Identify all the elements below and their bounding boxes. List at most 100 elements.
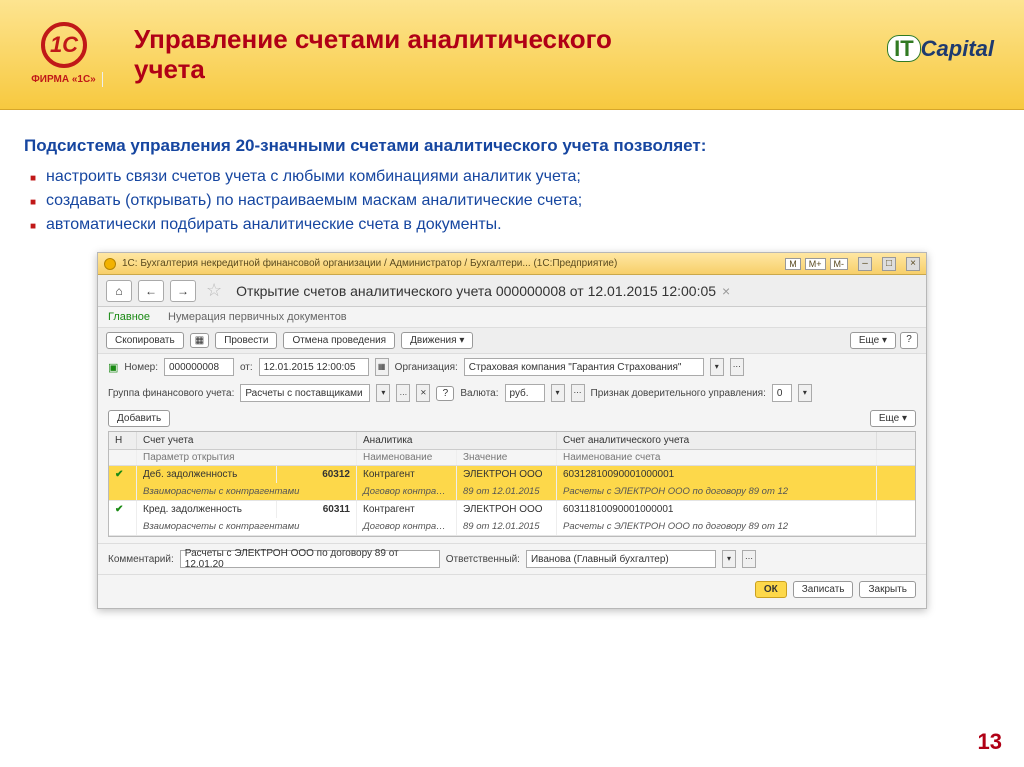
dropdown-icon[interactable]: ▾ bbox=[551, 384, 565, 402]
cell-type: Деб. задолженность bbox=[137, 466, 277, 483]
group-input[interactable]: Расчеты с поставщиками bbox=[240, 384, 370, 402]
cell-type: Кред. задолженность bbox=[137, 501, 277, 518]
mem-mplus[interactable]: M+ bbox=[805, 258, 826, 270]
form-row-bottom: Комментарий: Расчеты с ЭЛЕКТРОН ООО по д… bbox=[98, 543, 926, 574]
label-currency: Валюта: bbox=[460, 388, 498, 399]
table-row[interactable]: ✔ Кред. задолженность 60311 Контрагент Э… bbox=[109, 501, 915, 536]
bullet-item: автоматически подбирать аналитические сч… bbox=[30, 216, 1000, 234]
cell-code: 60312 bbox=[277, 466, 357, 483]
bullet-item: настроить связи счетов учета с любыми ко… bbox=[30, 168, 1000, 186]
form-row-1: ▣ Номер: 000000008 от: 12.01.2015 12:00:… bbox=[98, 354, 926, 380]
close-tab-icon[interactable]: × bbox=[722, 283, 730, 299]
currency-input[interactable]: руб. bbox=[505, 384, 545, 402]
more-button[interactable]: Еще ▾ bbox=[850, 332, 896, 349]
logo-1c: 1С ФИРМА «1С» bbox=[24, 15, 104, 95]
unpost-button[interactable]: Отмена проведения bbox=[283, 332, 395, 349]
save-button[interactable]: Записать bbox=[793, 581, 854, 598]
window-title: 1С: Бухгалтерия некредитной финансовой о… bbox=[122, 258, 617, 269]
dropdown-icon[interactable]: ▾ bbox=[798, 384, 812, 402]
bullet-item: создавать (открывать) по настраиваемым м… bbox=[30, 192, 1000, 210]
cell-accname: Расчеты с ЭЛЕКТРОН ООО по договору 89 от… bbox=[557, 483, 877, 500]
label-comment: Комментарий: bbox=[108, 554, 174, 565]
close-icon[interactable]: × bbox=[906, 257, 920, 271]
dropdown-icon[interactable]: ▾ bbox=[722, 550, 736, 568]
th-account[interactable]: Счет учета bbox=[137, 432, 357, 449]
accounts-table[interactable]: Н Счет учета Аналитика Счет аналитическо… bbox=[108, 431, 916, 537]
copy-button[interactable]: Скопировать bbox=[106, 332, 184, 349]
cell-code: 60311 bbox=[277, 501, 357, 518]
tab-bar: Главное Нумерация первичных документов bbox=[98, 307, 926, 327]
star-icon[interactable]: ☆ bbox=[206, 280, 222, 301]
action-toolbar: Скопировать ▦ Провести Отмена проведения… bbox=[98, 327, 926, 354]
cell-accname: Расчеты с ЭЛЕКТРОН ООО по договору 89 от… bbox=[557, 518, 877, 535]
cell-an-name: Контрагент bbox=[357, 466, 457, 483]
bullet-list: настроить связи счетов учета с любыми ко… bbox=[30, 168, 1000, 234]
responsible-input[interactable]: Иванова (Главный бухгалтер) bbox=[526, 550, 716, 568]
th-analytics[interactable]: Аналитика bbox=[357, 432, 557, 449]
dots-icon[interactable]: … bbox=[396, 384, 410, 402]
mem-mminus[interactable]: M- bbox=[830, 258, 849, 270]
comment-input[interactable]: Расчеты с ЭЛЕКТРОН ООО по договору 89 от… bbox=[180, 550, 440, 568]
cell-group: Взаиморасчеты с контрагентами bbox=[137, 518, 357, 535]
document-title: Открытие счетов аналитического учета 000… bbox=[236, 283, 730, 299]
tab-numbering[interactable]: Нумерация первичных документов bbox=[168, 311, 347, 323]
nav-toolbar: ⌂ ← → ☆ Открытие счетов аналитического у… bbox=[98, 275, 926, 307]
tab-main[interactable]: Главное bbox=[108, 311, 150, 323]
dialog-buttons: ОК Записать Закрыть bbox=[98, 574, 926, 608]
sub-accname: Наименование счета bbox=[557, 450, 877, 465]
dropdown-icon[interactable]: ▾ bbox=[376, 384, 390, 402]
slide-title: Управление счетами аналитического учета bbox=[134, 25, 674, 85]
add-button[interactable]: Добавить bbox=[108, 410, 170, 427]
trust-input[interactable]: 0 bbox=[772, 384, 792, 402]
open-icon[interactable]: ⨯ bbox=[416, 384, 430, 402]
table-toolbar: Добавить Еще ▾ bbox=[98, 406, 926, 431]
number-input[interactable]: 000000008 bbox=[164, 358, 234, 376]
open-icon[interactable]: ⋯ bbox=[571, 384, 585, 402]
cell-account: 60311810090001000001 bbox=[557, 501, 877, 518]
calendar-icon[interactable]: ▦ bbox=[375, 358, 389, 376]
movements-button[interactable]: Движения ▾ bbox=[401, 332, 473, 349]
cell-an-val: ЭЛЕКТРОН ООО bbox=[457, 501, 557, 518]
home-button[interactable]: ⌂ bbox=[106, 280, 132, 302]
th-analytic-account[interactable]: Счет аналитического учета bbox=[557, 432, 877, 449]
cell-an-name: Контрагент bbox=[357, 501, 457, 518]
cell-an-val: ЭЛЕКТРОН ООО bbox=[457, 466, 557, 483]
mem-m[interactable]: M bbox=[785, 258, 801, 270]
slide-header: 1С ФИРМА «1С» Управление счетами аналити… bbox=[0, 0, 1024, 110]
cell-group: Взаиморасчеты с контрагентами bbox=[137, 483, 357, 500]
forward-button[interactable]: → bbox=[170, 280, 196, 302]
org-input[interactable]: Страховая компания "Гарантия Страхования… bbox=[464, 358, 704, 376]
sub-name: Наименование bbox=[357, 450, 457, 465]
close-button[interactable]: Закрыть bbox=[859, 581, 916, 598]
slide-content: Подсистема управления 20-значными счетам… bbox=[0, 110, 1024, 609]
app-window: 1С: Бухгалтерия некредитной финансовой о… bbox=[97, 252, 927, 609]
cell-subname: Договор контрагента bbox=[357, 518, 457, 535]
ok-button[interactable]: ОК bbox=[755, 581, 787, 598]
label-from: от: bbox=[240, 362, 253, 373]
form-row-2: Группа финансового учета: Расчеты с пост… bbox=[98, 380, 926, 406]
icon-button[interactable]: ▦ bbox=[190, 333, 209, 348]
minimize-icon[interactable]: ‒ bbox=[858, 257, 872, 271]
open-icon[interactable]: ⋯ bbox=[742, 550, 756, 568]
help-button[interactable]: ? bbox=[436, 386, 454, 401]
dropdown-icon[interactable]: ▾ bbox=[710, 358, 724, 376]
help-button[interactable]: ? bbox=[900, 332, 918, 349]
more-button[interactable]: Еще ▾ bbox=[870, 410, 916, 427]
open-icon[interactable]: ⋯ bbox=[730, 358, 744, 376]
date-input[interactable]: 12.01.2015 12:00:05 bbox=[259, 358, 369, 376]
intro-text: Подсистема управления 20-значными счетам… bbox=[24, 136, 1000, 156]
check-icon: ✔ bbox=[109, 501, 137, 518]
check-icon: ✔ bbox=[109, 466, 137, 483]
cell-subname: Договор контрагента bbox=[357, 483, 457, 500]
cell-subval: 89 от 12.01.2015 bbox=[457, 518, 557, 535]
maximize-icon[interactable]: □ bbox=[882, 257, 896, 271]
back-button[interactable]: ← bbox=[138, 280, 164, 302]
brand-itcapital: ITCapital bbox=[887, 36, 994, 62]
label-org: Организация: bbox=[395, 362, 458, 373]
th-n[interactable]: Н bbox=[109, 432, 137, 449]
table-row[interactable]: ✔ Деб. задолженность 60312 Контрагент ЭЛ… bbox=[109, 466, 915, 501]
titlebar[interactable]: 1С: Бухгалтерия некредитной финансовой о… bbox=[98, 253, 926, 275]
cell-account: 60312810090001000001 bbox=[557, 466, 877, 483]
label-trust: Признак доверительного управления: bbox=[591, 388, 766, 399]
post-button[interactable]: Провести bbox=[215, 332, 277, 349]
